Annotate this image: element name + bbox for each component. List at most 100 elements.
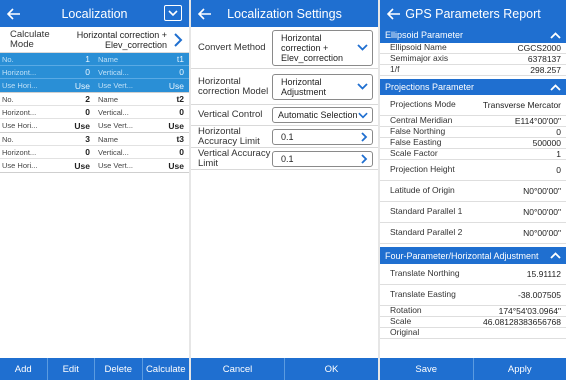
param-value: 0 (556, 127, 561, 137)
edit-button[interactable]: Edit (48, 358, 95, 380)
param-key: False Northing (390, 126, 446, 137)
use-vertical-value: Use (168, 80, 184, 91)
no-label: No. (2, 94, 14, 104)
back-arrow-icon[interactable] (380, 0, 408, 27)
param-value: Transverse Mercator (482, 100, 561, 110)
calculate-mode-value: Horizontal correction + Elev_correction (76, 29, 167, 50)
name-label: Name (98, 134, 119, 144)
param-key: Translate Northing (390, 268, 460, 279)
localization-topbar: Localization (0, 0, 189, 27)
param-key: Central Meridian (390, 115, 453, 126)
use-vertical-label: Use Vert... (98, 81, 134, 90)
report-content[interactable]: Ellipsoid Parameter Ellipsoid Name CGCS2… (380, 27, 566, 358)
param-row: Projection Height 0 (380, 160, 566, 181)
gps-report-panel: GPS Parameters Report Ellipsoid Paramete… (380, 0, 566, 380)
horizontal-label: Horizont... (2, 67, 37, 77)
no-value: 3 (85, 134, 90, 144)
vertical-control-label: Vertical Control (198, 109, 263, 120)
ellipsoid-section-header[interactable]: Ellipsoid Parameter (380, 27, 566, 43)
save-button[interactable]: Save (380, 358, 474, 380)
param-key: Ellipsoid Name (390, 42, 447, 53)
projection-section-header[interactable]: Projections Parameter (380, 79, 566, 95)
convert-method-select[interactable]: Horizontal correction + Elev_correction (272, 29, 373, 66)
use-horizontal-label: Use Hori... (2, 81, 38, 90)
no-value: 2 (85, 94, 90, 104)
convert-method-label: Convert Method (198, 41, 266, 53)
convert-method-row: Convert Method Horizontal correction + E… (191, 27, 378, 69)
section-title: Projections Parameter (385, 82, 475, 92)
param-value: -38.007505 (517, 290, 561, 300)
param-key: Scale Factor (390, 148, 438, 159)
convert-method-value: Horizontal correction + Elev_correction (281, 32, 344, 63)
point-row-3[interactable]: No. 3 Name t3 Horizont... 0 Vertical... … (0, 133, 189, 173)
param-row: Semimajor axis 6378137 (380, 54, 566, 65)
param-key: 1/f (390, 64, 400, 75)
use-horizontal-label: Use Hori... (2, 121, 38, 130)
horizontal-label: Horizont... (2, 107, 37, 117)
no-label: No. (2, 54, 14, 64)
h-correction-model-row: Horizontal correction Model Horizontal A… (191, 69, 378, 105)
calculate-mode-row[interactable]: Calculate Mode Horizontal correction + E… (0, 27, 189, 53)
param-key: Rotation (390, 305, 422, 316)
h-accuracy-row: Horizontal Accuracy Limit 0.1 (191, 126, 378, 148)
vertical-value: 0 (179, 147, 184, 157)
chevron-right-icon (174, 32, 183, 47)
add-button[interactable]: Add (0, 358, 48, 380)
delete-button[interactable]: Delete (95, 358, 143, 380)
chevron-right-icon (361, 131, 368, 142)
cancel-button[interactable]: Cancel (191, 358, 285, 380)
h-correction-model-select[interactable]: Horizontal Adjustment (272, 73, 373, 100)
section-title: Four-Parameter/Horizontal Adjustment (385, 250, 539, 261)
apply-button[interactable]: Apply (474, 358, 566, 380)
param-row: Original (380, 328, 566, 339)
param-key: Projection Height (390, 164, 455, 175)
use-horizontal-label: Use Hori... (2, 161, 38, 170)
name-value: t1 (176, 54, 184, 64)
param-value: 0 (556, 165, 561, 175)
param-row: Standard Parallel 1 N0°00'00" (380, 202, 566, 223)
name-value: t3 (176, 134, 184, 144)
param-value: 6378137 (527, 54, 561, 64)
ok-button[interactable]: OK (285, 358, 378, 380)
chevron-down-icon (358, 112, 368, 118)
param-row: Latitude of Origin N0°00'00" (380, 181, 566, 202)
page-title: Localization Settings (227, 6, 342, 21)
use-horizontal-value: Use (74, 120, 90, 131)
h-accuracy-field[interactable]: 0.1 (272, 128, 373, 145)
param-row: Translate Northing 15.91112 (380, 264, 566, 285)
calculate-button[interactable]: Calculate (143, 358, 190, 380)
param-value: N0°00'00" (523, 186, 561, 196)
vertical-label: Vertical... (98, 107, 129, 117)
no-label: No. (2, 134, 14, 144)
chevron-up-icon (550, 31, 561, 39)
point-row-2[interactable]: No. 2 Name t2 Horizont... 0 Vertical... … (0, 93, 189, 133)
use-vertical-label: Use Vert... (98, 161, 134, 170)
param-key: Semimajor axis (390, 53, 449, 64)
param-row: Translate Easting -38.007505 (380, 285, 566, 306)
param-value: 15.91112 (526, 269, 561, 279)
four-param-section-header[interactable]: Four-Parameter/Horizontal Adjustment (380, 247, 566, 264)
back-arrow-icon[interactable] (0, 0, 28, 27)
chevron-right-icon (361, 153, 368, 164)
use-horizontal-value: Use (74, 160, 90, 171)
h-correction-model-label: Horizontal correction Model (198, 75, 269, 97)
point-row-1[interactable]: No. 1 Name t1 Horizont... 0 Vertical... … (0, 53, 189, 93)
chevron-down-box-icon[interactable] (164, 5, 182, 21)
param-value: E114°00'00" (514, 116, 561, 126)
use-horizontal-value: Use (74, 80, 90, 91)
use-vertical-value: Use (168, 120, 184, 131)
no-value: 1 (85, 54, 90, 64)
chevron-up-icon (550, 83, 561, 91)
page-title: Localization (61, 6, 128, 21)
param-value: 46.08128383656768 (483, 317, 561, 327)
v-accuracy-field[interactable]: 0.1 (272, 150, 373, 167)
horizontal-value: 0 (85, 147, 90, 157)
param-key: Scale (390, 316, 412, 327)
param-row: Standard Parallel 2 N0°00'00" (380, 223, 566, 244)
back-arrow-icon[interactable] (191, 0, 219, 27)
localization-action-bar: Add Edit Delete Calculate (0, 358, 189, 380)
vertical-control-select[interactable]: Automatic Selection (272, 107, 373, 123)
vertical-label: Vertical... (98, 147, 129, 157)
use-vertical-label: Use Vert... (98, 121, 134, 130)
report-topbar: GPS Parameters Report (380, 0, 566, 27)
